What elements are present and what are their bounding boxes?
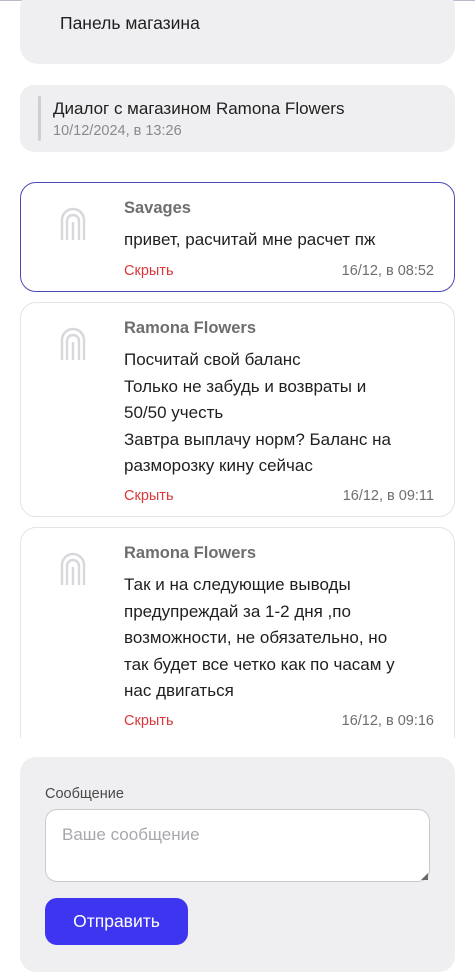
message-line: нас двигаться: [124, 681, 234, 700]
dialog-header: Диалог с магазином Ramona Flowers 10/12/…: [20, 85, 455, 152]
resize-grip-icon[interactable]: [421, 873, 428, 880]
message-author: Savages: [124, 199, 191, 217]
message-timestamp: 16/12, в 09:11: [342, 488, 434, 504]
message-line: так будет все четко как по часам у: [124, 654, 395, 674]
message-author: Ramona Flowers: [124, 319, 257, 337]
message-timestamp: 16/12, в 09:16: [341, 713, 434, 729]
message-line: Только не забудь и возвраты и: [124, 376, 367, 396]
message-field-label: Сообщение: [45, 786, 124, 802]
message-line: Так и на следующие выводы: [124, 575, 351, 594]
message-author: Ramona Flowers: [124, 544, 257, 562]
store-panel-card[interactable]: Панель магазина: [20, 0, 455, 64]
hide-message-link[interactable]: Скрыть: [124, 263, 174, 279]
store-logo-icon: [60, 327, 86, 360]
message-input[interactable]: [45, 809, 430, 882]
store-logo-icon: [60, 552, 86, 585]
message-card: Savages привет, расчитай мне расчет пж С…: [20, 182, 455, 292]
hide-message-link[interactable]: Скрыть: [124, 488, 174, 504]
hide-message-link[interactable]: Скрыть: [124, 713, 174, 729]
message-timestamp: 16/12, в 08:52: [341, 263, 434, 279]
message-line: возможности, не обязательно, но: [124, 628, 388, 647]
send-button[interactable]: Отправить: [45, 898, 188, 945]
message-card: Ramona Flowers Так и на следующие выводы…: [20, 527, 455, 738]
dialog-date: 10/12/2024, в 13:26: [53, 123, 182, 139]
message-line: 50/50 учесть: [124, 403, 224, 422]
message-line: Посчитай свой баланс: [124, 350, 301, 369]
message-line: Завтра выплачу норм? Баланс на: [124, 429, 391, 449]
message-line: предупреждай за 1-2 дня ,по: [124, 601, 351, 621]
message-composer: Сообщение Отправить: [20, 757, 455, 972]
dialog-accent-bar: [38, 96, 41, 141]
store-panel-title: Панель магазина: [60, 13, 200, 33]
message-card: Ramona Flowers Посчитай свой баланс Толь…: [20, 302, 455, 517]
dialog-title: Диалог с магазином Ramona Flowers: [53, 99, 345, 118]
message-feed[interactable]: Savages привет, расчитай мне расчет пж С…: [0, 170, 475, 738]
message-text: Посчитай свой баланс Только не забудь и …: [124, 347, 424, 480]
message-text: привет, расчитай мне расчет пж: [124, 227, 424, 254]
message-text: Так и на следующие выводы предупреждай з…: [124, 572, 424, 705]
message-line: привет, расчитай мне расчет пж: [124, 230, 376, 249]
store-logo-icon: [60, 207, 86, 240]
message-line: разморозку кину сейчас: [124, 456, 313, 475]
